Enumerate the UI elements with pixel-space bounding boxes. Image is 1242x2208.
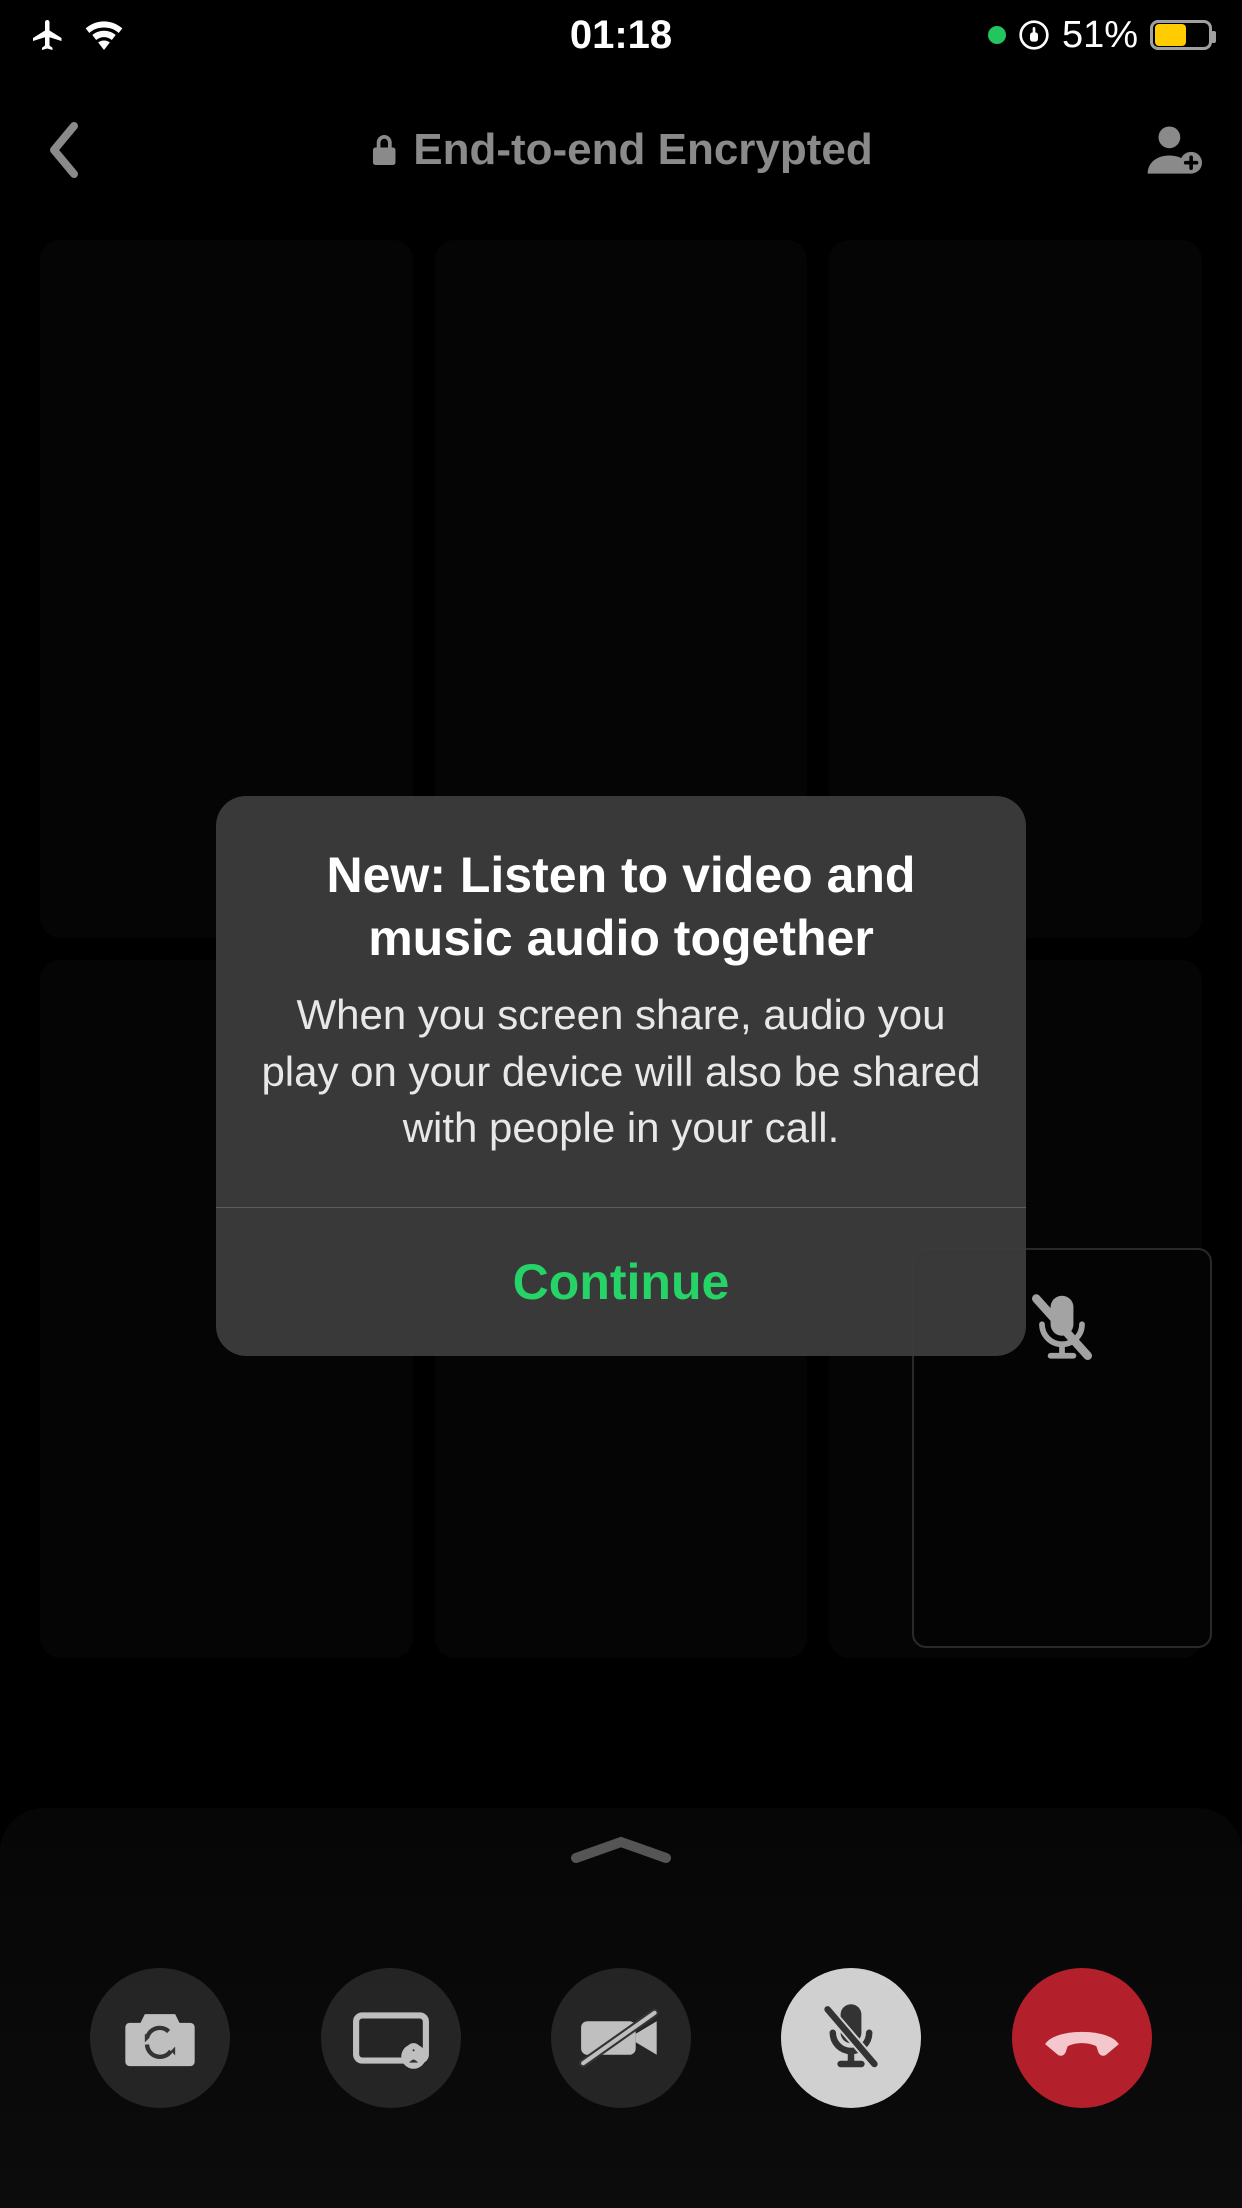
add-participant-button[interactable] — [1144, 122, 1202, 178]
screen-share-button[interactable] — [321, 1968, 461, 2108]
video-off-button[interactable] — [551, 1968, 691, 2108]
mic-muted-icon — [1026, 1290, 1098, 1370]
call-controls-sheet[interactable] — [0, 1808, 1242, 2208]
orientation-lock-icon — [1018, 19, 1050, 51]
battery-percent: 51% — [1062, 14, 1138, 57]
hangup-button[interactable] — [1012, 1968, 1152, 2108]
back-button[interactable] — [40, 120, 88, 180]
call-header: End-to-end Encrypted — [0, 100, 1242, 200]
feature-announcement-dialog: New: Listen to video and music audio tog… — [216, 796, 1026, 1356]
encryption-label: End-to-end Encrypted — [413, 125, 873, 175]
camera-active-dot-icon — [988, 26, 1006, 44]
battery-icon — [1150, 20, 1212, 50]
mute-button[interactable] — [781, 1968, 921, 2108]
dialog-body: When you screen share, audio you play on… — [256, 987, 986, 1157]
airplane-mode-icon — [30, 17, 66, 53]
continue-button[interactable]: Continue — [216, 1208, 1026, 1356]
chevron-up-icon[interactable] — [566, 1832, 676, 1868]
status-time: 01:18 — [570, 13, 672, 58]
wifi-icon — [84, 20, 124, 50]
dialog-title: New: Listen to video and music audio tog… — [256, 844, 986, 969]
lock-icon — [369, 132, 399, 168]
status-bar: 01:18 51% — [0, 0, 1242, 70]
switch-camera-button[interactable] — [90, 1968, 230, 2108]
